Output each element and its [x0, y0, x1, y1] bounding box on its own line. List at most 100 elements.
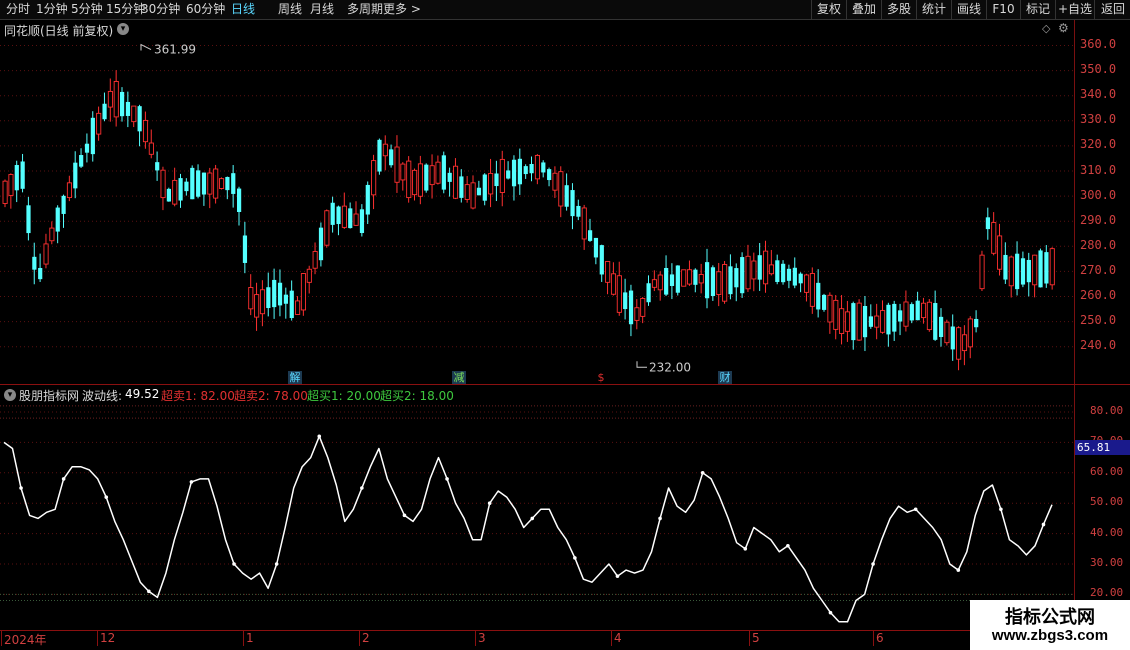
toolbar-button-0[interactable]: 复权: [811, 0, 846, 19]
main-y-tick: 360.0: [1080, 37, 1117, 51]
candle-body: [38, 267, 43, 280]
candle-body: [377, 139, 382, 172]
wave-point: [402, 513, 407, 518]
candle-body: [120, 91, 125, 117]
x-axis-label: 4: [614, 631, 622, 645]
main-y-tick: 310.0: [1080, 162, 1117, 177]
candle-body: [657, 274, 663, 291]
toolbar-button-5[interactable]: F10: [986, 0, 1020, 19]
candle-body: [79, 155, 84, 167]
candle-body: [148, 142, 154, 155]
candle-body: [775, 260, 780, 282]
candle-body: [734, 268, 739, 288]
candle-body: [646, 283, 651, 303]
toolbar-button-7[interactable]: +自选: [1055, 0, 1094, 19]
toolbar-button-8[interactable]: 返回: [1094, 0, 1130, 19]
period-tab-0[interactable]: 分时: [6, 1, 30, 18]
candle-body: [926, 301, 932, 331]
period-tab-3[interactable]: 15分钟: [106, 1, 145, 18]
candle-body: [49, 227, 55, 242]
candle-body: [839, 308, 845, 335]
candle-body: [1015, 253, 1020, 290]
period-toolbar: 分时 1分钟 5分钟 15分钟 30分钟 60分钟 日线 周线 月线 多周期 更多 > 复权 叠加 多股统…: [0, 0, 1130, 20]
wave-point: [487, 501, 492, 505]
candle-body: [1032, 254, 1038, 286]
x-axis-label: 2: [362, 631, 370, 645]
candle-body: [827, 294, 833, 323]
candle-body: [564, 185, 569, 207]
price-chart[interactable]: 361.99 232.00: [0, 30, 1074, 384]
candle-body: [722, 264, 728, 302]
toolbar-button-1[interactable]: 叠加: [846, 0, 881, 19]
candle-body: [581, 207, 587, 240]
x-axis-line: [0, 630, 1130, 631]
candle-body: [523, 166, 528, 175]
candle-body: [716, 271, 722, 295]
x-axis-tick: [873, 631, 874, 646]
wave-value: 49.52: [125, 387, 160, 401]
indicator-chart[interactable]: [0, 400, 1074, 630]
candle-body: [974, 318, 979, 328]
candle-body: [417, 163, 424, 197]
high-price-label: 361.99: [154, 43, 196, 57]
toolbar-button-4[interactable]: 画线: [951, 0, 986, 19]
period-tab-5[interactable]: 60分钟: [186, 1, 225, 18]
period-tab-10[interactable]: 更多 >: [383, 1, 421, 18]
candle-body: [160, 169, 166, 199]
toolbar-button-3[interactable]: 统计: [916, 0, 951, 19]
period-tab-6[interactable]: 日线: [231, 1, 255, 18]
candle-body: [447, 172, 452, 182]
event-marker[interactable]: 减: [452, 371, 466, 384]
candle-body: [1003, 254, 1008, 280]
indicator-y-tick: 80.00: [1090, 404, 1124, 417]
low-marker-line: [636, 361, 647, 368]
candle-body: [950, 326, 955, 350]
main-y-tick: 260.0: [1080, 288, 1117, 302]
candle-body: [651, 279, 657, 288]
candle-body: [499, 158, 505, 193]
event-marker[interactable]: 解: [288, 371, 302, 384]
candle-body: [809, 273, 815, 307]
candle-body: [833, 299, 839, 330]
toolbar-button-2[interactable]: 多股: [881, 0, 916, 19]
candle-body: [225, 176, 230, 191]
candle-body: [552, 172, 558, 191]
period-tab-1[interactable]: 1分钟: [36, 1, 68, 18]
event-marker[interactable]: $: [594, 371, 608, 384]
candle-body: [412, 169, 418, 196]
candle-body: [248, 287, 254, 310]
candle-body: [131, 105, 137, 123]
wave-point: [700, 471, 705, 475]
indicator-y-tick: 60.00: [1090, 464, 1124, 478]
period-tab-4[interactable]: 30分钟: [141, 1, 180, 18]
main-y-tick: 290.0: [1080, 212, 1117, 227]
candle-body: [616, 275, 622, 313]
main-y-tick: 320.0: [1080, 137, 1117, 152]
candle-body: [470, 182, 476, 209]
candle-body: [324, 210, 330, 246]
x-axis-tick: [475, 631, 476, 646]
period-tab-9[interactable]: 多周期: [347, 1, 383, 18]
x-axis-tick: [97, 631, 98, 646]
candle-body: [96, 112, 102, 135]
period-tab-2[interactable]: 5分钟: [71, 1, 103, 18]
period-tab-8[interactable]: 月线: [310, 1, 334, 18]
candle-body: [353, 213, 359, 226]
period-tab-7[interactable]: 周线: [278, 1, 302, 18]
toolbar-button-6[interactable]: 标记: [1020, 0, 1055, 19]
wave-point: [615, 574, 620, 578]
candle-body: [880, 310, 886, 333]
candle-body: [570, 190, 575, 217]
wave-point: [232, 562, 236, 566]
candle-body: [20, 161, 25, 189]
wave-point: [445, 477, 449, 481]
candle-body: [816, 282, 821, 310]
candle-body: [745, 255, 751, 290]
candle-body: [610, 273, 617, 295]
event-marker[interactable]: 财: [718, 371, 732, 384]
wave-point: [530, 516, 535, 521]
candle-body: [669, 274, 675, 286]
candle-body: [915, 300, 920, 321]
candle-body: [588, 230, 593, 241]
candle-body: [464, 184, 470, 200]
